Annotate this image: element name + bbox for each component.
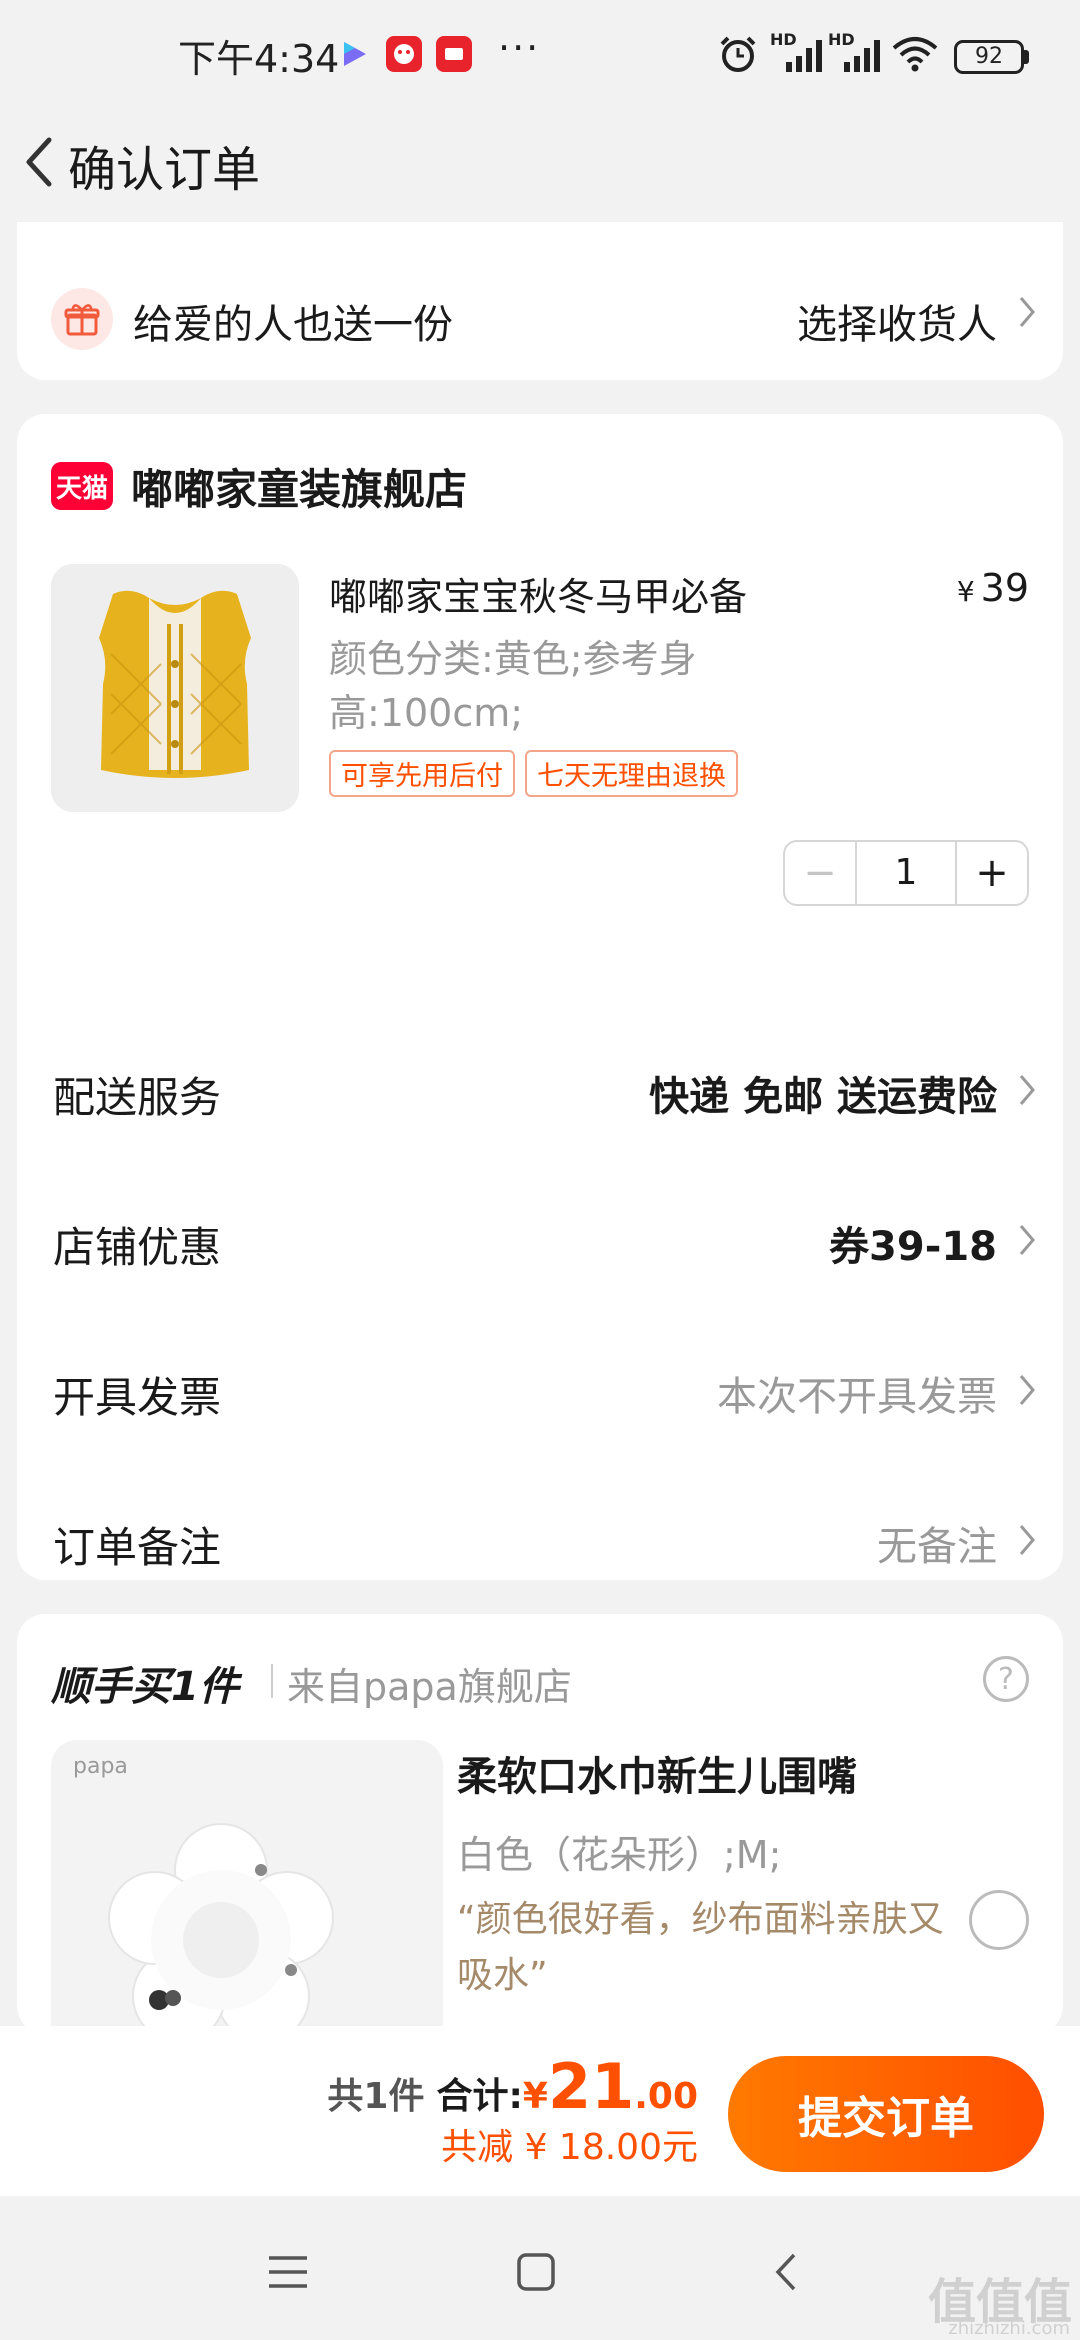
tmall-logo: 天猫 — [51, 462, 113, 510]
system-nav-bar — [0, 2196, 1080, 2340]
home-icon[interactable] — [506, 2242, 566, 2302]
store-app-icon — [436, 36, 472, 72]
order-card: 天猫 嘟嘟家童装旗舰店 嘟嘟家宝宝秋冬马甲必备 ¥39 颜色分类:黄色;参考身高… — [17, 414, 1063, 1580]
addon-title: 顺手买1件 — [51, 1664, 239, 1710]
addon-product-image[interactable]: papa — [51, 1740, 443, 2034]
delivery-value: 快递 免邮 送运费险 — [649, 1074, 997, 1120]
status-bar: 下午4:34 ··· HD HD 92 — [0, 0, 1080, 110]
battery-tip — [1024, 50, 1029, 64]
service-tags: 可享先用后付 七天无理由退换 — [329, 750, 738, 797]
addon-select-radio[interactable] — [969, 1890, 1029, 1950]
menu-icon[interactable] — [258, 2242, 318, 2302]
quantity-value[interactable]: 1 — [857, 842, 955, 904]
signal-hd-label: HD — [770, 30, 797, 49]
addon-card: 顺手买1件 来自papa旗舰店 ? papa 柔软口水巾新生儿围嘴 白色（花朵形… — [17, 1614, 1063, 2034]
addon-product-name[interactable]: 柔软口水巾新生儿围嘴 — [457, 1744, 857, 1802]
delivery-label: 配送服务 — [53, 1073, 222, 1122]
wifi-icon — [892, 37, 938, 72]
addon-product-spec: 白色（花朵形）;M; — [457, 1833, 782, 1877]
order-total: 共1件 合计:¥21.00 — [327, 2050, 698, 2123]
delivery-row[interactable]: 配送服务 快递 免邮 送运费险 — [17, 1040, 1063, 1140]
tag-free-return: 七天无理由退换 — [525, 750, 738, 797]
alarm-icon — [720, 36, 756, 72]
price-value: 39 — [980, 566, 1029, 610]
total-saving[interactable]: 共减 ¥ 18.00元 — [441, 2118, 698, 2170]
note-label: 订单备注 — [53, 1523, 222, 1572]
invoice-row[interactable]: 开具发票 本次不开具发票 — [17, 1340, 1063, 1440]
note-value: 无备注 — [877, 1524, 997, 1570]
battery-icon: 92 — [954, 40, 1024, 74]
price-currency: ¥ — [956, 575, 975, 608]
status-time: 下午4:34 — [178, 37, 340, 81]
chevron-right-icon — [1013, 1370, 1041, 1410]
checkout-bar: 共1件 合计:¥21.00 共减 ¥ 18.00元 提交订单 — [0, 2026, 1080, 2196]
addon-brand-mark: papa — [73, 1754, 128, 1779]
gift-icon — [51, 288, 113, 350]
back-button[interactable] — [8, 122, 68, 202]
header: 确认订单 — [0, 110, 1080, 220]
quantity-stepper: − 1 + — [783, 840, 1029, 906]
gift-card[interactable]: 给爱的人也送一份 选择收货人 — [17, 222, 1063, 380]
chevron-right-icon — [1013, 1220, 1041, 1260]
total-label: 合计: — [436, 2076, 523, 2117]
item-count: 共1件 — [327, 2076, 425, 2117]
submit-order-button[interactable]: 提交订单 — [728, 2056, 1044, 2172]
total-integer: 21 — [547, 2050, 635, 2123]
decrease-quantity-button[interactable]: − — [785, 842, 857, 904]
select-recipient-link[interactable]: 选择收货人 — [797, 292, 997, 350]
product-title[interactable]: 嘟嘟家宝宝秋冬马甲必备 — [329, 566, 747, 621]
more-notifications-icon: ··· — [498, 26, 541, 70]
tmall-badge-text: 天猫 — [55, 473, 108, 504]
divider — [271, 1664, 273, 1698]
product-spec[interactable]: 颜色分类:黄色;参考身高:100cm; — [329, 632, 769, 740]
help-icon[interactable]: ? — [983, 1656, 1029, 1702]
addon-source-shop: 来自papa旗舰店 — [287, 1665, 572, 1709]
chevron-right-icon — [1013, 1520, 1041, 1560]
total-currency: ¥ — [522, 2076, 548, 2117]
addon-product-review: “颜色很好看，纱布面料亲肤又吸水” — [457, 1899, 944, 1996]
back-arrow-icon — [26, 137, 52, 187]
page-title: 确认订单 — [68, 142, 261, 198]
note-row[interactable]: 订单备注 无备注 — [17, 1490, 1063, 1590]
increase-quantity-button[interactable]: + — [955, 842, 1027, 904]
tag-pay-later: 可享先用后付 — [329, 750, 515, 797]
coupon-label: 店铺优惠 — [53, 1223, 222, 1272]
chevron-right-icon — [1013, 292, 1041, 332]
invoice-value: 本次不开具发票 — [717, 1374, 997, 1420]
invoice-label: 开具发票 — [53, 1373, 222, 1422]
gift-text: 给爱的人也送一份 — [133, 302, 453, 348]
product-image[interactable] — [51, 564, 299, 812]
video-app-icon — [336, 36, 372, 72]
coupon-row[interactable]: 店铺优惠 券39-18 — [17, 1190, 1063, 1290]
signal-hd-label-2: HD — [828, 30, 855, 49]
shop-name[interactable]: 嘟嘟家童装旗舰店 — [131, 456, 467, 517]
chevron-right-icon — [1013, 1070, 1041, 1110]
back-icon[interactable] — [756, 2242, 816, 2302]
shopping-app-icon — [386, 36, 422, 72]
product-price: ¥39 — [957, 566, 1029, 610]
total-decimal: .00 — [634, 2076, 698, 2117]
coupon-value: 券39-18 — [829, 1224, 997, 1270]
watermark-url: zhizhizhi.com — [948, 2318, 1070, 2339]
battery-level: 92 — [975, 44, 1003, 69]
